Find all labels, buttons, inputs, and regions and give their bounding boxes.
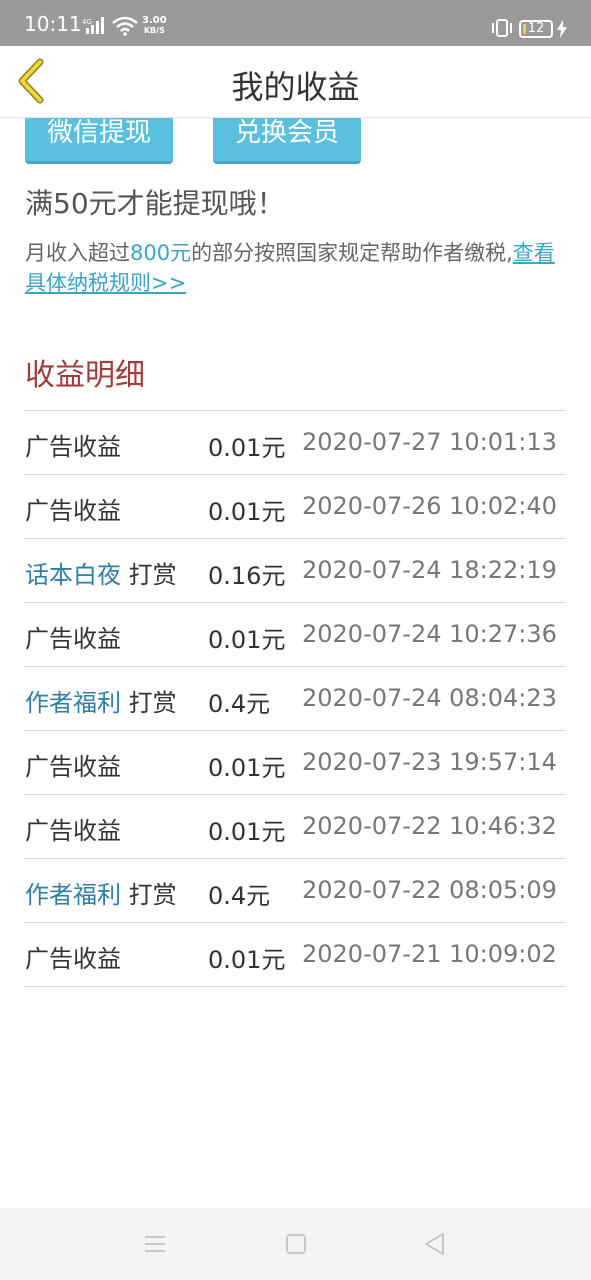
row-source: 话本白夜 打赏 bbox=[25, 555, 177, 590]
row-source-label: 打赏 bbox=[121, 561, 177, 589]
row-amount: 0.4元 bbox=[208, 690, 271, 718]
tax-note: 月收入超过800元的部分按照国家规定帮助作者缴税,查看具体纳税规则>> bbox=[25, 238, 570, 298]
row-source-label: 广告收益 bbox=[25, 817, 121, 845]
row-amount: 0.01元 bbox=[208, 498, 286, 526]
row-amount: 0.01元 bbox=[208, 434, 286, 462]
section-title: 收益明细 bbox=[25, 358, 145, 393]
triangle-back-icon[interactable] bbox=[421, 1230, 449, 1258]
row-source-label: 打赏 bbox=[121, 689, 177, 717]
table-row: 广告收益 0.01元 2020-07-21 10:09:02 bbox=[25, 923, 566, 987]
battery-icon: 12 bbox=[519, 20, 553, 38]
row-source: 广告收益 bbox=[25, 747, 121, 782]
row-amount: 0.16元 bbox=[208, 562, 286, 590]
table-row: 广告收益 0.01元 2020-07-27 10:01:13 bbox=[25, 411, 566, 475]
network-type: 4G bbox=[82, 18, 92, 26]
table-row: 作者福利 打赏 0.4元 2020-07-24 08:04:23 bbox=[25, 667, 566, 731]
min-withdraw-note: 满50元才能提现哦！ bbox=[25, 187, 285, 220]
tax-note-prefix: 月收入超过 bbox=[25, 241, 130, 265]
status-time: 10:11 bbox=[24, 12, 82, 36]
row-amount: 0.01元 bbox=[208, 818, 286, 846]
signal-icon: 4G bbox=[82, 17, 104, 34]
row-source-label: 广告收益 bbox=[25, 497, 121, 525]
row-source: 广告收益 bbox=[25, 619, 121, 654]
row-time: 2020-07-22 08:05:09 bbox=[302, 876, 557, 904]
row-time: 2020-07-23 19:57:14 bbox=[302, 748, 557, 776]
row-amount: 0.01元 bbox=[208, 946, 286, 974]
earnings-list: 广告收益 0.01元 2020-07-27 10:01:13 广告收益 0.01… bbox=[25, 410, 566, 987]
table-row: 作者福利 打赏 0.4元 2020-07-22 08:05:09 bbox=[25, 859, 566, 923]
system-navbar bbox=[0, 1208, 591, 1280]
row-source-label: 广告收益 bbox=[25, 433, 121, 461]
row-source-label: 广告收益 bbox=[25, 945, 121, 973]
row-time: 2020-07-21 10:09:02 bbox=[302, 940, 557, 968]
row-source-label: 打赏 bbox=[121, 881, 177, 909]
speed-value: 3.00 bbox=[142, 15, 167, 26]
row-amount: 0.01元 bbox=[208, 626, 286, 654]
page-title: 我的收益 bbox=[231, 68, 360, 106]
row-author-name[interactable]: 作者福利 bbox=[25, 881, 121, 909]
wifi-icon bbox=[112, 16, 138, 36]
row-source: 广告收益 bbox=[25, 427, 121, 462]
row-time: 2020-07-24 08:04:23 bbox=[302, 684, 557, 712]
app-header: 我的收益 bbox=[0, 46, 591, 118]
tax-threshold: 800元 bbox=[130, 241, 192, 265]
speed-unit: KB/S bbox=[143, 26, 165, 35]
row-source: 广告收益 bbox=[25, 811, 121, 846]
battery-level: 12 bbox=[527, 21, 545, 36]
row-source: 广告收益 bbox=[25, 491, 121, 526]
status-bar: 10:11 4G 3.00 KB/S 12 bbox=[0, 0, 591, 46]
tax-note-middle: 的部分按照国家规定帮助作者缴税, bbox=[191, 241, 513, 265]
row-amount: 0.01元 bbox=[208, 754, 286, 782]
row-time: 2020-07-24 10:27:36 bbox=[302, 620, 557, 648]
row-source: 作者福利 打赏 bbox=[25, 875, 177, 910]
row-time: 2020-07-27 10:01:13 bbox=[302, 428, 557, 456]
row-source-label: 广告收益 bbox=[25, 625, 121, 653]
row-source: 作者福利 打赏 bbox=[25, 683, 177, 718]
charging-icon bbox=[557, 20, 567, 38]
row-amount: 0.4元 bbox=[208, 882, 271, 910]
row-author-name[interactable]: 话本白夜 bbox=[25, 561, 121, 589]
row-time: 2020-07-22 10:46:32 bbox=[302, 812, 557, 840]
row-time: 2020-07-26 10:02:40 bbox=[302, 492, 557, 520]
menu-icon[interactable] bbox=[141, 1230, 169, 1258]
row-source-label: 广告收益 bbox=[25, 753, 121, 781]
vibrate-icon bbox=[492, 19, 512, 37]
table-row: 广告收益 0.01元 2020-07-22 10:46:32 bbox=[25, 795, 566, 859]
row-author-name[interactable]: 作者福利 bbox=[25, 689, 121, 717]
square-icon[interactable] bbox=[282, 1230, 310, 1258]
table-row: 广告收益 0.01元 2020-07-23 19:57:14 bbox=[25, 731, 566, 795]
table-row: 广告收益 0.01元 2020-07-26 10:02:40 bbox=[25, 475, 566, 539]
network-speed: 3.00 KB/S bbox=[142, 16, 167, 36]
row-source: 广告收益 bbox=[25, 939, 121, 974]
row-time: 2020-07-24 18:22:19 bbox=[302, 556, 557, 584]
table-row: 广告收益 0.01元 2020-07-24 10:27:36 bbox=[25, 603, 566, 667]
table-row: 话本白夜 打赏 0.16元 2020-07-24 18:22:19 bbox=[25, 539, 566, 603]
